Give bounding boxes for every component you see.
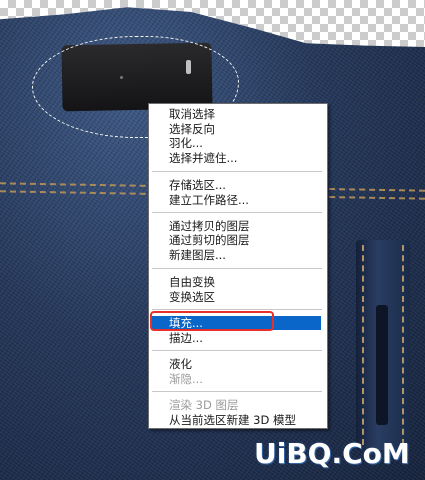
menu-separator xyxy=(152,268,322,269)
menu-separator xyxy=(152,309,322,310)
menu-item-select-and-mask[interactable]: 选择并遮住... xyxy=(169,151,319,165)
menu-item-free-transform[interactable]: 自由变换 xyxy=(169,275,319,289)
menu-item-deselect[interactable]: 取消选择 xyxy=(169,107,319,121)
menu-item-new-layer[interactable]: 新建图层... xyxy=(169,248,319,262)
denim-stitching xyxy=(402,245,404,445)
menu-separator xyxy=(152,391,322,392)
menu-item-layer-via-copy[interactable]: 通过拷贝的图层 xyxy=(169,219,319,233)
belt-loop-slot xyxy=(376,305,388,425)
menu-separator xyxy=(152,212,322,213)
denim-stitching xyxy=(362,245,364,445)
menu-item-save-selection[interactable]: 存储选区... xyxy=(169,178,319,192)
menu-item-stroke[interactable]: 描边... xyxy=(169,331,319,345)
menu-separator xyxy=(152,171,322,172)
menu-item-select-inverse[interactable]: 选择反向 xyxy=(169,122,319,136)
menu-item-new-3d-from-selection[interactable]: 从当前选区新建 3D 模型 xyxy=(169,413,319,427)
menu-item-liquify[interactable]: 液化 xyxy=(169,357,319,371)
menu-item-fade: 渐隐... xyxy=(169,372,203,386)
highlight-annotation-box xyxy=(150,311,274,331)
watermark-logo: UiBQ.CoM xyxy=(254,437,410,470)
menu-item-layer-via-cut[interactable]: 通过剪切的图层 xyxy=(169,233,319,247)
menu-separator xyxy=(152,350,322,351)
menu-item-feather[interactable]: 羽化... xyxy=(169,136,319,150)
menu-item-make-work-path[interactable]: 建立工作路径... xyxy=(169,193,319,207)
menu-item-render-3d-layer: 渲染 3D 图层 xyxy=(169,398,239,412)
context-menu: 取消选择 选择反向 羽化... 选择并遮住... 存储选区... 建立工作路径.… xyxy=(148,103,328,429)
menu-item-transform-selection[interactable]: 变换选区 xyxy=(169,290,319,304)
